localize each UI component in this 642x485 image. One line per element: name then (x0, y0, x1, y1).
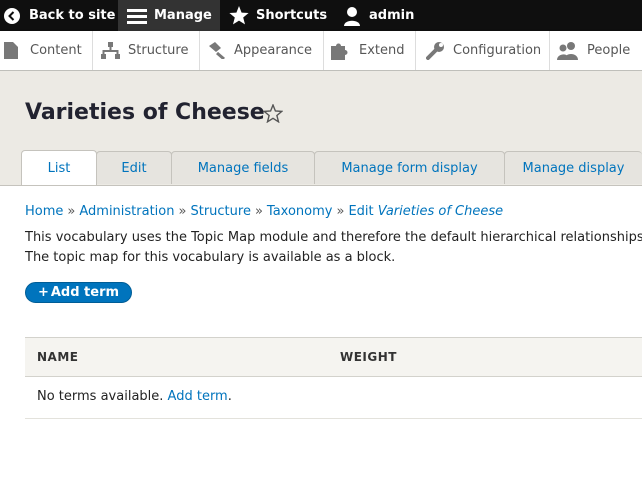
tray-item-appearance[interactable]: Appearance (199, 31, 324, 70)
star-icon (229, 6, 249, 25)
extend-icon (331, 42, 350, 60)
breadcrumb-home[interactable]: Home (25, 204, 63, 219)
table-row-empty: No terms available. Add term. (25, 377, 642, 419)
tab-edit[interactable]: Edit (96, 151, 172, 184)
empty-suffix: . (227, 389, 232, 404)
page-title: Varieties of Cheese (25, 100, 265, 125)
tray-label-structure: Structure (128, 43, 189, 58)
breadcrumb-administration[interactable]: Administration (79, 204, 174, 219)
shortcut-star-icon[interactable] (262, 103, 284, 127)
tray-label-content: Content (30, 43, 82, 58)
tray-label-appearance: Appearance (234, 43, 313, 58)
admin-toolbar: Back to site Manage Shortcuts admin (0, 0, 642, 31)
breadcrumb-edit-vocabulary[interactable]: Edit Varieties of Cheese (348, 204, 503, 219)
content-icon (4, 42, 18, 59)
description-line-1: This vocabulary uses the Topic Map modul… (25, 230, 642, 245)
manage-label: Manage (154, 8, 212, 23)
plus-icon: + (37, 285, 49, 300)
tray-label-people: People (587, 43, 631, 58)
terms-table-header: NAME WEIGHT (25, 337, 642, 377)
user-tab[interactable]: admin (343, 0, 423, 31)
hamburger-icon (127, 7, 147, 25)
empty-add-term-link[interactable]: Add term (168, 389, 228, 404)
tab-manage-display[interactable]: Manage display (504, 151, 642, 184)
tray-label-extend: Extend (359, 43, 405, 58)
breadcrumb-vocabulary-name: Varieties of Cheese (377, 204, 504, 219)
user-icon (343, 6, 361, 26)
breadcrumb-separator: » (178, 204, 187, 219)
tray-item-content[interactable]: Content (0, 31, 93, 70)
breadcrumb-taxonomy[interactable]: Taxonomy (267, 204, 333, 219)
tab-list[interactable]: List (21, 150, 97, 185)
empty-text: No terms available. (37, 389, 164, 404)
breadcrumb: Home» Administration» Structure» Taxonomy» E… (25, 204, 503, 219)
tab-manage-form-display[interactable]: Manage form display (314, 151, 505, 184)
empty-message: No terms available. Add term. (37, 389, 232, 404)
tab-manage-fields[interactable]: Manage fields (171, 151, 315, 184)
breadcrumb-separator: » (254, 204, 263, 219)
user-label: admin (369, 8, 415, 23)
admin-menu-tray: Content Structure Appearance Extend Conf… (0, 31, 642, 71)
breadcrumb-edit-prefix: Edit (348, 204, 374, 219)
add-term-label: Add term (50, 285, 120, 300)
tray-item-extend[interactable]: Extend (323, 31, 416, 70)
breadcrumb-separator: » (67, 204, 76, 219)
back-to-site-label: Back to site (29, 8, 116, 23)
back-to-site-link[interactable]: Back to site (0, 0, 116, 31)
shortcuts-label: Shortcuts (256, 8, 328, 23)
appearance-icon (207, 42, 226, 59)
breadcrumb-separator: » (336, 204, 345, 219)
tray-item-people[interactable]: People (549, 31, 642, 70)
tray-item-structure[interactable]: Structure (92, 31, 200, 70)
structure-icon (101, 42, 120, 59)
column-header-name: NAME (37, 350, 79, 364)
tray-label-configuration: Configuration (453, 43, 542, 58)
breadcrumb-structure[interactable]: Structure (190, 204, 250, 219)
manage-tab[interactable]: Manage (118, 0, 220, 31)
add-term-button[interactable]: + Add term (25, 282, 132, 303)
tray-item-configuration[interactable]: Configuration (415, 31, 550, 70)
back-arrow-icon (3, 7, 21, 25)
description-line-2: The topic map for this vocabulary is ava… (25, 250, 396, 265)
people-icon (557, 41, 579, 60)
column-header-weight: WEIGHT (340, 350, 397, 364)
wrench-icon (426, 41, 445, 60)
shortcuts-tab[interactable]: Shortcuts (226, 0, 328, 31)
